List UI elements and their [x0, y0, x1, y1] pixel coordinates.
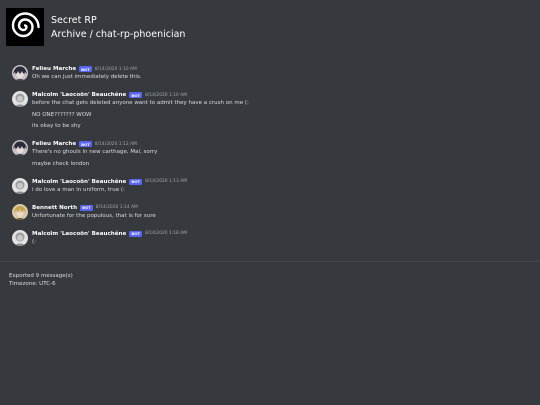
message-text: (:	[32, 238, 36, 245]
author-name[interactable]: Felieu Marche	[32, 141, 76, 147]
message-timestamp: 8/14/2020 1:10 AM	[145, 92, 188, 98]
grey-character-avatar[interactable]	[12, 229, 28, 246]
message-timestamp: 8/14/2020 1:10 AM	[94, 66, 137, 72]
grey-character-avatar[interactable]	[12, 177, 28, 194]
guild-name: Secret RP	[51, 14, 97, 26]
message-text: There's no ghouls in new carthage, Mal, …	[32, 149, 158, 155]
message-group: Malcolm 'Laocoön' Beauchêne BOT 8/14/202…	[0, 229, 540, 246]
message-text: before the chat gets deleted anyone want…	[32, 100, 249, 106]
author-name[interactable]: Malcolm 'Laocoön' Beauchêne	[32, 92, 126, 98]
bot-tag: BOT	[129, 178, 143, 185]
message-text: NO ONE??????? WOW	[32, 111, 92, 118]
timezone-label: Timezone: UTC-6	[9, 281, 56, 287]
dark-haired-character-avatar[interactable]	[12, 140, 28, 156]
bot-tag: BOT	[80, 204, 93, 211]
message-text: Oh we can just immediately delete this.	[32, 74, 142, 80]
message-text: Unfortunate for the populous, that is fo…	[32, 212, 156, 219]
author-name[interactable]: Bennett North	[32, 205, 77, 211]
message-timestamp: 8/14/2020 1:14 AM	[95, 205, 138, 210]
message-text: its okay to be shy	[32, 123, 81, 129]
message-timestamp: 8/14/2020 1:12 AM	[94, 141, 137, 147]
grey-character-avatar[interactable]	[12, 91, 28, 107]
message-timestamp: 8/14/2020 1:13 AM	[145, 179, 188, 184]
message-group: Malcolm 'Laocoön' Beauchêne BOT 8/14/202…	[0, 90, 540, 130]
chatlog: Felieu Marche BOT 8/14/2020 1:10 AM Oh w…	[0, 48, 540, 246]
export-header: Secret RP Archive / chat-rp-phoenician	[0, 0, 540, 48]
bot-tag: BOT	[79, 141, 92, 147]
author-name[interactable]: Malcolm 'Laocoön' Beauchêne	[32, 231, 126, 237]
message-group: Malcolm 'Laocoön' Beauchêne BOT 8/14/202…	[0, 177, 540, 194]
message-group: Felieu Marche BOT 8/14/2020 1:12 AM Ther…	[0, 139, 540, 168]
message-group: Felieu Marche BOT 8/14/2020 1:10 AM Oh w…	[0, 64, 540, 81]
bot-tag: BOT	[129, 92, 143, 98]
dark-haired-character-avatar[interactable]	[12, 65, 28, 81]
author-name[interactable]: Malcolm 'Laocoön' Beauchêne	[32, 179, 126, 185]
spiral-logo-icon	[6, 8, 44, 46]
exported-count: Exported 9 message(s)	[9, 272, 73, 279]
author-name[interactable]: Felieu Marche	[32, 66, 76, 72]
blond-character-avatar[interactable]	[12, 203, 28, 220]
bot-tag: BOT	[79, 66, 92, 72]
message-text: i do love a man in uniform, true (:	[32, 186, 125, 193]
bot-tag: BOT	[129, 230, 143, 237]
export-footer: Exported 9 message(s) Timezone: UTC-6	[0, 262, 540, 299]
channel-path: Archive / chat-rp-phoenician	[51, 28, 186, 40]
message-text: maybe check london	[32, 160, 90, 167]
message-timestamp: 8/14/2020 1:18 AM	[145, 231, 188, 236]
message-group: Bennett North BOT 8/14/2020 1:14 AM Unfo…	[0, 203, 540, 220]
